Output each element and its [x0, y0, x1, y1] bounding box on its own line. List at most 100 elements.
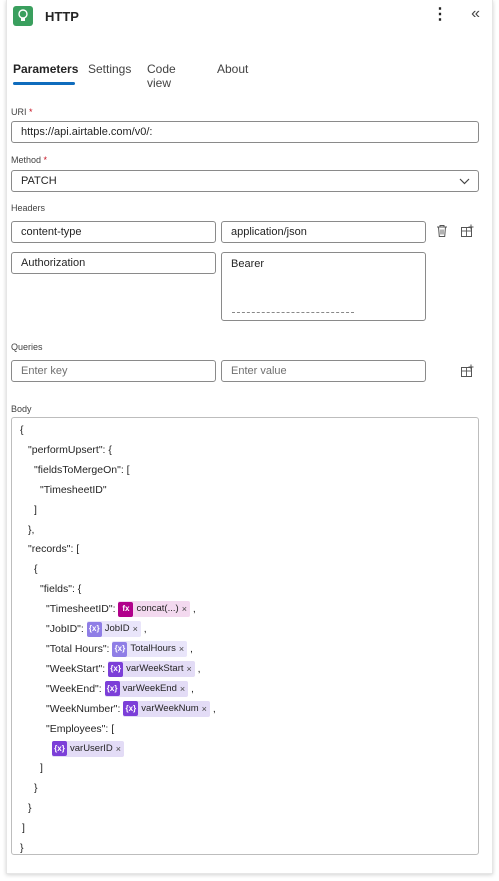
body-code-line: ] — [22, 820, 25, 836]
body-code-line: "fields": { — [40, 581, 81, 597]
code-text: "Employees": [ — [46, 722, 115, 735]
header-value-text: Bearer — [231, 258, 265, 270]
body-code-line: "TimesheetID" — [40, 482, 107, 498]
token-label: varWeekEnd — [122, 682, 177, 694]
code-text: "JobID": — [46, 623, 84, 635]
token-label: TotalHours — [130, 643, 176, 655]
token-label: concat(...) — [136, 603, 179, 615]
add-row-icon[interactable] — [460, 224, 474, 241]
body-code-line: "Employees": [ — [46, 721, 114, 737]
dynamic-content-token[interactable]: {x} TotalHours × — [112, 641, 188, 658]
query-value-input[interactable]: Enter value — [221, 360, 426, 382]
code-text: "WeekEnd": — [46, 682, 102, 695]
code-text: } — [20, 841, 24, 854]
method-select[interactable]: PATCH — [11, 170, 479, 192]
token-label: varWeekNum — [141, 702, 199, 714]
body-code-line: { — [34, 561, 38, 577]
function-icon: fx — [118, 601, 134, 617]
body-code-line: "records": [ — [28, 541, 79, 557]
remove-token-icon[interactable]: × — [182, 601, 187, 617]
body-code-line: "TimesheetID": fx concat(...) × , — [46, 601, 196, 618]
uri-input[interactable]: https://api.airtable.com/v0/: — [11, 121, 479, 143]
code-text: ] — [34, 503, 37, 516]
variable-icon: {x} — [123, 701, 139, 717]
variable-icon: {x} — [86, 621, 102, 637]
body-code-line: } — [20, 840, 24, 856]
tab-parameters[interactable]: Parameters — [13, 62, 78, 76]
remove-token-icon[interactable]: × — [202, 701, 207, 717]
uri-label: URI * — [11, 107, 33, 117]
code-suffix: , — [187, 642, 193, 655]
code-text: "records": [ — [28, 543, 80, 556]
code-text: "performUpsert": { — [28, 443, 112, 456]
body-code-line: "Total Hours": {x} TotalHours × , — [46, 641, 193, 658]
dynamic-content-token[interactable]: {x} JobID × — [86, 621, 141, 638]
dynamic-content-token[interactable]: {x} varWeekEnd × — [104, 680, 189, 697]
body-code-line: {x} varUserID × — [52, 740, 125, 757]
body-code-line: "WeekEnd": {x} varWeekEnd × , — [46, 680, 194, 697]
collapse-panel-icon[interactable]: « — [471, 5, 480, 23]
code-suffix: , — [209, 702, 216, 715]
code-text: ] — [22, 822, 25, 834]
code-text: }, — [28, 523, 35, 536]
body-code-line: ] — [34, 502, 37, 518]
body-code-line: "WeekStart": {x} varWeekStart × , — [46, 661, 201, 678]
code-text: "fieldsToMergeOn": [ — [34, 463, 130, 476]
body-code-line: "JobID": {x} JobID × , — [46, 621, 147, 638]
body-label: Body — [11, 404, 32, 414]
chevron-down-icon — [459, 171, 470, 191]
dynamic-content-token[interactable]: {x} varUserID × — [52, 740, 125, 757]
body-code-line: "performUpsert": { — [28, 442, 112, 458]
method-value: PATCH — [21, 175, 57, 187]
trash-icon[interactable] — [436, 224, 448, 241]
panel-title: HTTP — [45, 9, 79, 24]
lightbulb-icon — [13, 6, 33, 26]
code-text: { — [20, 424, 24, 436]
code-text: } — [34, 782, 38, 795]
method-label: Method * — [11, 155, 48, 165]
body-code-line: "WeekNumber": {x} varWeekNum × , — [46, 700, 216, 717]
remove-token-icon[interactable]: × — [179, 641, 184, 657]
token-label: varWeekStart — [126, 663, 184, 675]
code-text: "TimesheetID" — [40, 483, 107, 496]
code-text: "WeekNumber": — [46, 702, 121, 715]
dynamic-content-token[interactable]: {x} varWeekNum × — [123, 700, 210, 717]
queries-label: Queries — [11, 342, 43, 352]
code-text: { — [34, 563, 38, 576]
tab-code-view[interactable]: Code view — [147, 62, 176, 90]
dynamic-content-token[interactable]: {x} varWeekStart × — [108, 661, 195, 678]
code-text: ] — [40, 762, 43, 775]
headers-label: Headers — [11, 203, 46, 213]
code-text: "Total Hours": — [46, 642, 110, 655]
code-text: "TimesheetID": — [46, 603, 116, 616]
panel-header: HTTP ⋮ « — [13, 5, 486, 28]
header-value-input[interactable]: Bearer — [221, 252, 426, 321]
remove-token-icon[interactable]: × — [187, 661, 192, 677]
remove-token-icon[interactable]: × — [133, 621, 138, 637]
add-row-icon[interactable] — [460, 364, 474, 381]
query-key-input[interactable]: Enter key — [11, 360, 216, 382]
body-editor[interactable]: { "performUpsert": { "fieldsToMergeOn": [ "… — [11, 417, 479, 855]
header-key-input[interactable]: content-type — [11, 221, 216, 243]
token-label: varUserID — [70, 742, 113, 754]
dynamic-content-token[interactable]: fx concat(...) × — [118, 601, 190, 618]
body-code-line: "fieldsToMergeOn": [ — [34, 462, 130, 478]
body-code-line: } — [28, 800, 32, 816]
token-label: JobID — [104, 623, 130, 635]
header-value-input[interactable]: application/json — [221, 221, 426, 243]
tab-settings[interactable]: Settings — [88, 62, 131, 76]
code-text: } — [28, 802, 32, 815]
remove-token-icon[interactable]: × — [116, 741, 121, 757]
active-tab-indicator — [13, 82, 75, 85]
remove-token-icon[interactable]: × — [180, 681, 185, 697]
variable-icon: {x} — [112, 641, 128, 657]
code-text: "fields": { — [40, 583, 82, 596]
variable-icon: {x} — [104, 681, 120, 697]
body-code-line: }, — [28, 522, 34, 538]
variable-icon: {x} — [108, 661, 124, 677]
tab-about[interactable]: About — [217, 62, 248, 76]
header-key-input[interactable]: Authorization — [11, 252, 216, 274]
more-options-icon[interactable]: ⋮ — [432, 6, 448, 24]
body-code-line: } — [34, 780, 38, 796]
code-suffix: , — [189, 603, 196, 616]
